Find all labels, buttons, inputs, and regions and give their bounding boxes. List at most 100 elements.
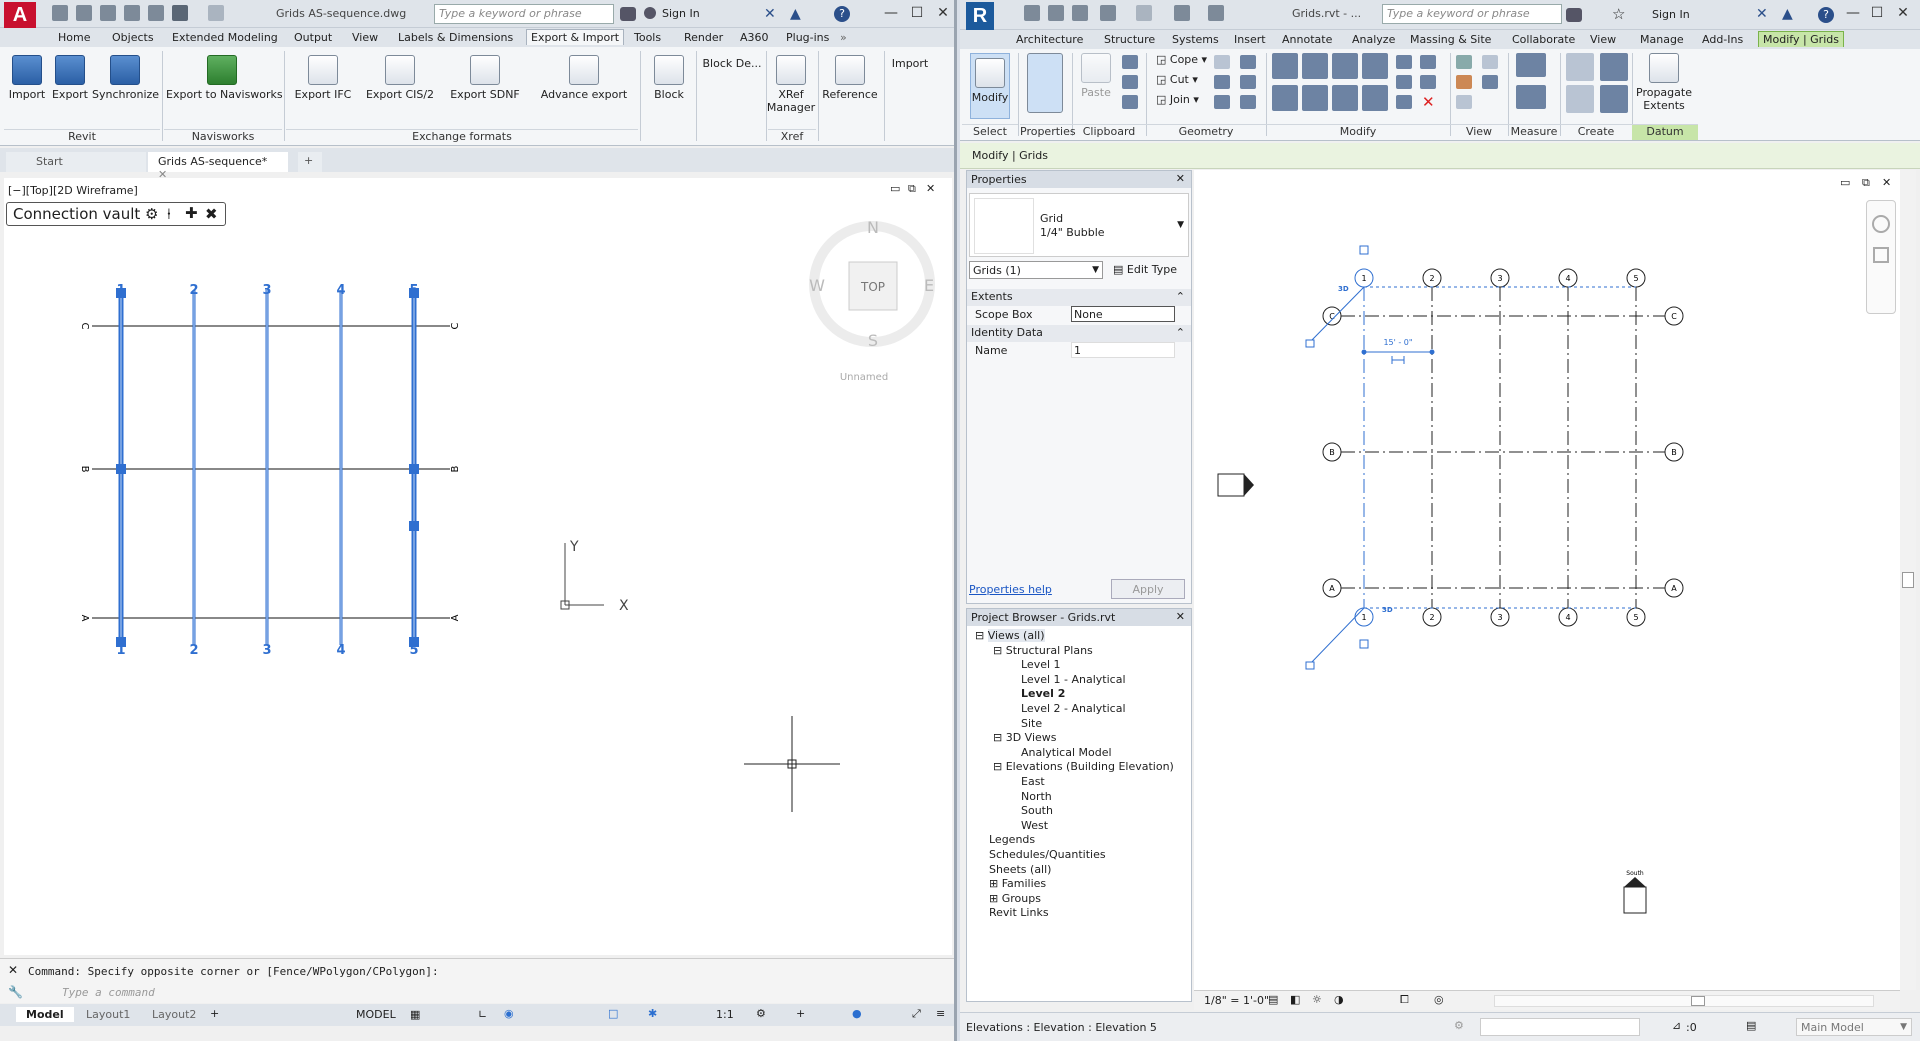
paint-icon[interactable] — [1214, 95, 1230, 109]
customize-icon[interactable]: ≡ — [936, 1007, 945, 1020]
browser-item[interactable]: ⊟ Elevations (Building Elevation) — [993, 760, 1174, 773]
plus-icon[interactable]: + — [796, 1007, 805, 1020]
tab-plugins[interactable]: Plug-ins — [786, 31, 829, 44]
tab-objects[interactable]: Objects — [112, 31, 154, 44]
annotation-scale[interactable]: 1:1 — [716, 1008, 734, 1021]
split-element-icon[interactable] — [1396, 55, 1412, 69]
create-group-icon[interactable] — [1600, 53, 1628, 81]
revit-redo-icon[interactable] — [1136, 5, 1152, 21]
layout2-tab[interactable]: Layout2 — [146, 1007, 202, 1022]
tab-a360[interactable]: A360 — [740, 31, 769, 44]
osnap-toggle-icon[interactable]: □ — [608, 1007, 618, 1020]
tab-home[interactable]: Home — [58, 31, 90, 44]
tab-view-revit[interactable]: View — [1590, 33, 1616, 46]
tab-architecture[interactable]: Architecture — [1016, 33, 1083, 46]
command-input[interactable]: Type a command — [62, 986, 155, 999]
tree-expander-icon[interactable]: ⊟ — [993, 731, 1006, 744]
horizontal-scrollbar[interactable] — [1494, 995, 1874, 1007]
pin-element-icon[interactable] — [1420, 55, 1436, 69]
import2-button[interactable]: Import — [888, 57, 932, 70]
annotation-icon[interactable]: ✱ — [648, 1007, 657, 1020]
worksharing-icon[interactable]: ⚙ — [1454, 1019, 1464, 1032]
override-graphics-icon[interactable] — [1456, 75, 1472, 89]
revit-help-icon[interactable]: ? — [1818, 7, 1834, 23]
type-selector[interactable]: Grid 1/4" Bubble ▼ — [969, 193, 1189, 257]
revit-close-button[interactable]: ✕ — [1892, 4, 1914, 22]
browser-close-icon[interactable]: ✕ — [1176, 610, 1185, 623]
shadows-icon[interactable]: ◑ — [1334, 993, 1344, 1006]
copy-clipboard-icon[interactable] — [1122, 75, 1138, 89]
a360-icon[interactable]: ▲ — [790, 6, 806, 22]
grid-toggle-icon[interactable]: ▦ — [410, 1008, 420, 1021]
tab-collaborate[interactable]: Collaborate — [1512, 33, 1575, 46]
array-icon[interactable] — [1396, 75, 1412, 89]
redo-icon[interactable] — [208, 5, 224, 21]
browser-item[interactable]: Analytical Model — [1021, 746, 1112, 759]
create-similar-icon[interactable] — [1600, 85, 1628, 113]
advance-export-button[interactable]: Advance export — [536, 55, 632, 101]
revit-a360-icon[interactable]: ▲ — [1782, 6, 1793, 22]
aligned-dimension-icon[interactable] — [1516, 53, 1546, 77]
mirror-axis-icon[interactable] — [1332, 53, 1358, 79]
scale-icon[interactable] — [1396, 95, 1412, 109]
temporary-dimension-text[interactable]: 15' - 0" — [1383, 338, 1412, 347]
browser-item[interactable]: Level 1 — [1021, 658, 1061, 671]
tree-expander-icon[interactable]: ⊟ — [993, 760, 1006, 773]
hide-bubble-checkbox-bottom[interactable] — [1359, 639, 1369, 649]
align-icon[interactable] — [1272, 53, 1298, 79]
block-button[interactable]: Block — [648, 55, 690, 101]
browser-item[interactable]: East — [1021, 775, 1045, 788]
drawing-tab[interactable]: Grids AS-sequence* ✕ — [148, 152, 288, 181]
lock-icon[interactable] — [1305, 661, 1315, 670]
ribbon-more-icon[interactable]: » — [840, 31, 847, 44]
browser-item[interactable]: ⊟ Views (all) — [975, 629, 1045, 642]
instance-filter-select[interactable]: Grids (1) ▼ — [969, 261, 1103, 279]
properties-help-link[interactable]: Properties help — [969, 583, 1052, 596]
elevation-marker-south[interactable]: South — [1623, 870, 1647, 914]
view-list-icon[interactable] — [1482, 75, 1498, 89]
new-tab-button[interactable]: + — [298, 152, 322, 172]
tab-systems[interactable]: Systems — [1172, 33, 1219, 46]
new-icon[interactable] — [52, 5, 68, 21]
propagate-extents-button[interactable]: Propagate Extents — [1636, 53, 1692, 112]
autocad-logo-icon[interactable]: A — [4, 2, 36, 28]
panel-select-label[interactable]: Select — [962, 124, 1018, 140]
move-tool-icon[interactable] — [1272, 85, 1298, 111]
revit-view-area[interactable]: ▭ ⧉ ✕ South C C B B A A 1 1 2 2 3 3 4 4 5 5 15' - 0" 3D 3D — [1194, 170, 1900, 990]
acad-maximize-button[interactable]: ☐ — [906, 4, 928, 22]
tab-view[interactable]: View — [352, 31, 378, 44]
revit-star-icon[interactable]: ☆ — [1612, 5, 1625, 23]
tab-structure[interactable]: Structure — [1104, 33, 1155, 46]
tab-render[interactable]: Render — [684, 31, 723, 44]
browser-item[interactable]: North — [1021, 790, 1052, 803]
browser-item[interactable]: Level 1 - Analytical — [1021, 673, 1126, 686]
status-filter-icon[interactable]: ⊿ — [1672, 1019, 1681, 1032]
delete-icon[interactable]: ✕ — [1422, 93, 1435, 111]
grip-handle[interactable] — [409, 288, 419, 298]
identity-data-group[interactable]: Identity Data ⌃ — [967, 325, 1191, 342]
cut-clipboard-icon[interactable] — [1122, 55, 1138, 69]
create-parts-icon[interactable] — [1566, 85, 1594, 113]
dimension-grip-left[interactable] — [1361, 349, 1367, 355]
reference-button[interactable]: Reference — [822, 55, 878, 101]
tab-addins[interactable]: Add-Ins — [1702, 33, 1743, 46]
status-input[interactable] — [1480, 1018, 1640, 1036]
revit-dimension-icon[interactable] — [1208, 5, 1224, 21]
command-options-icon[interactable]: 🔧 — [8, 985, 23, 999]
revit-open-icon[interactable] — [1024, 5, 1040, 21]
export-navisworks-button[interactable]: Export to Navisworks — [166, 55, 283, 101]
detail-level-icon[interactable]: ▤ — [1268, 993, 1278, 1006]
start-tab[interactable]: Start — [6, 152, 146, 172]
name-value[interactable]: 1 — [1071, 342, 1175, 358]
binoculars-icon[interactable] — [620, 7, 636, 21]
elevation-marker-west[interactable] — [1217, 473, 1254, 497]
command-close-icon[interactable]: ✕ — [8, 963, 18, 977]
synchronize-button[interactable]: Synchronize — [92, 55, 159, 101]
revit-sign-in[interactable]: Sign In — [1652, 8, 1690, 21]
vertical-scroll-thumb[interactable] — [1902, 572, 1914, 588]
print-icon[interactable] — [148, 5, 164, 21]
scope-box-value[interactable]: None — [1071, 306, 1175, 322]
isolate-icon[interactable]: ● — [852, 1007, 862, 1020]
match-type-icon[interactable] — [1122, 95, 1138, 109]
revit-measure-icon[interactable] — [1174, 5, 1190, 21]
